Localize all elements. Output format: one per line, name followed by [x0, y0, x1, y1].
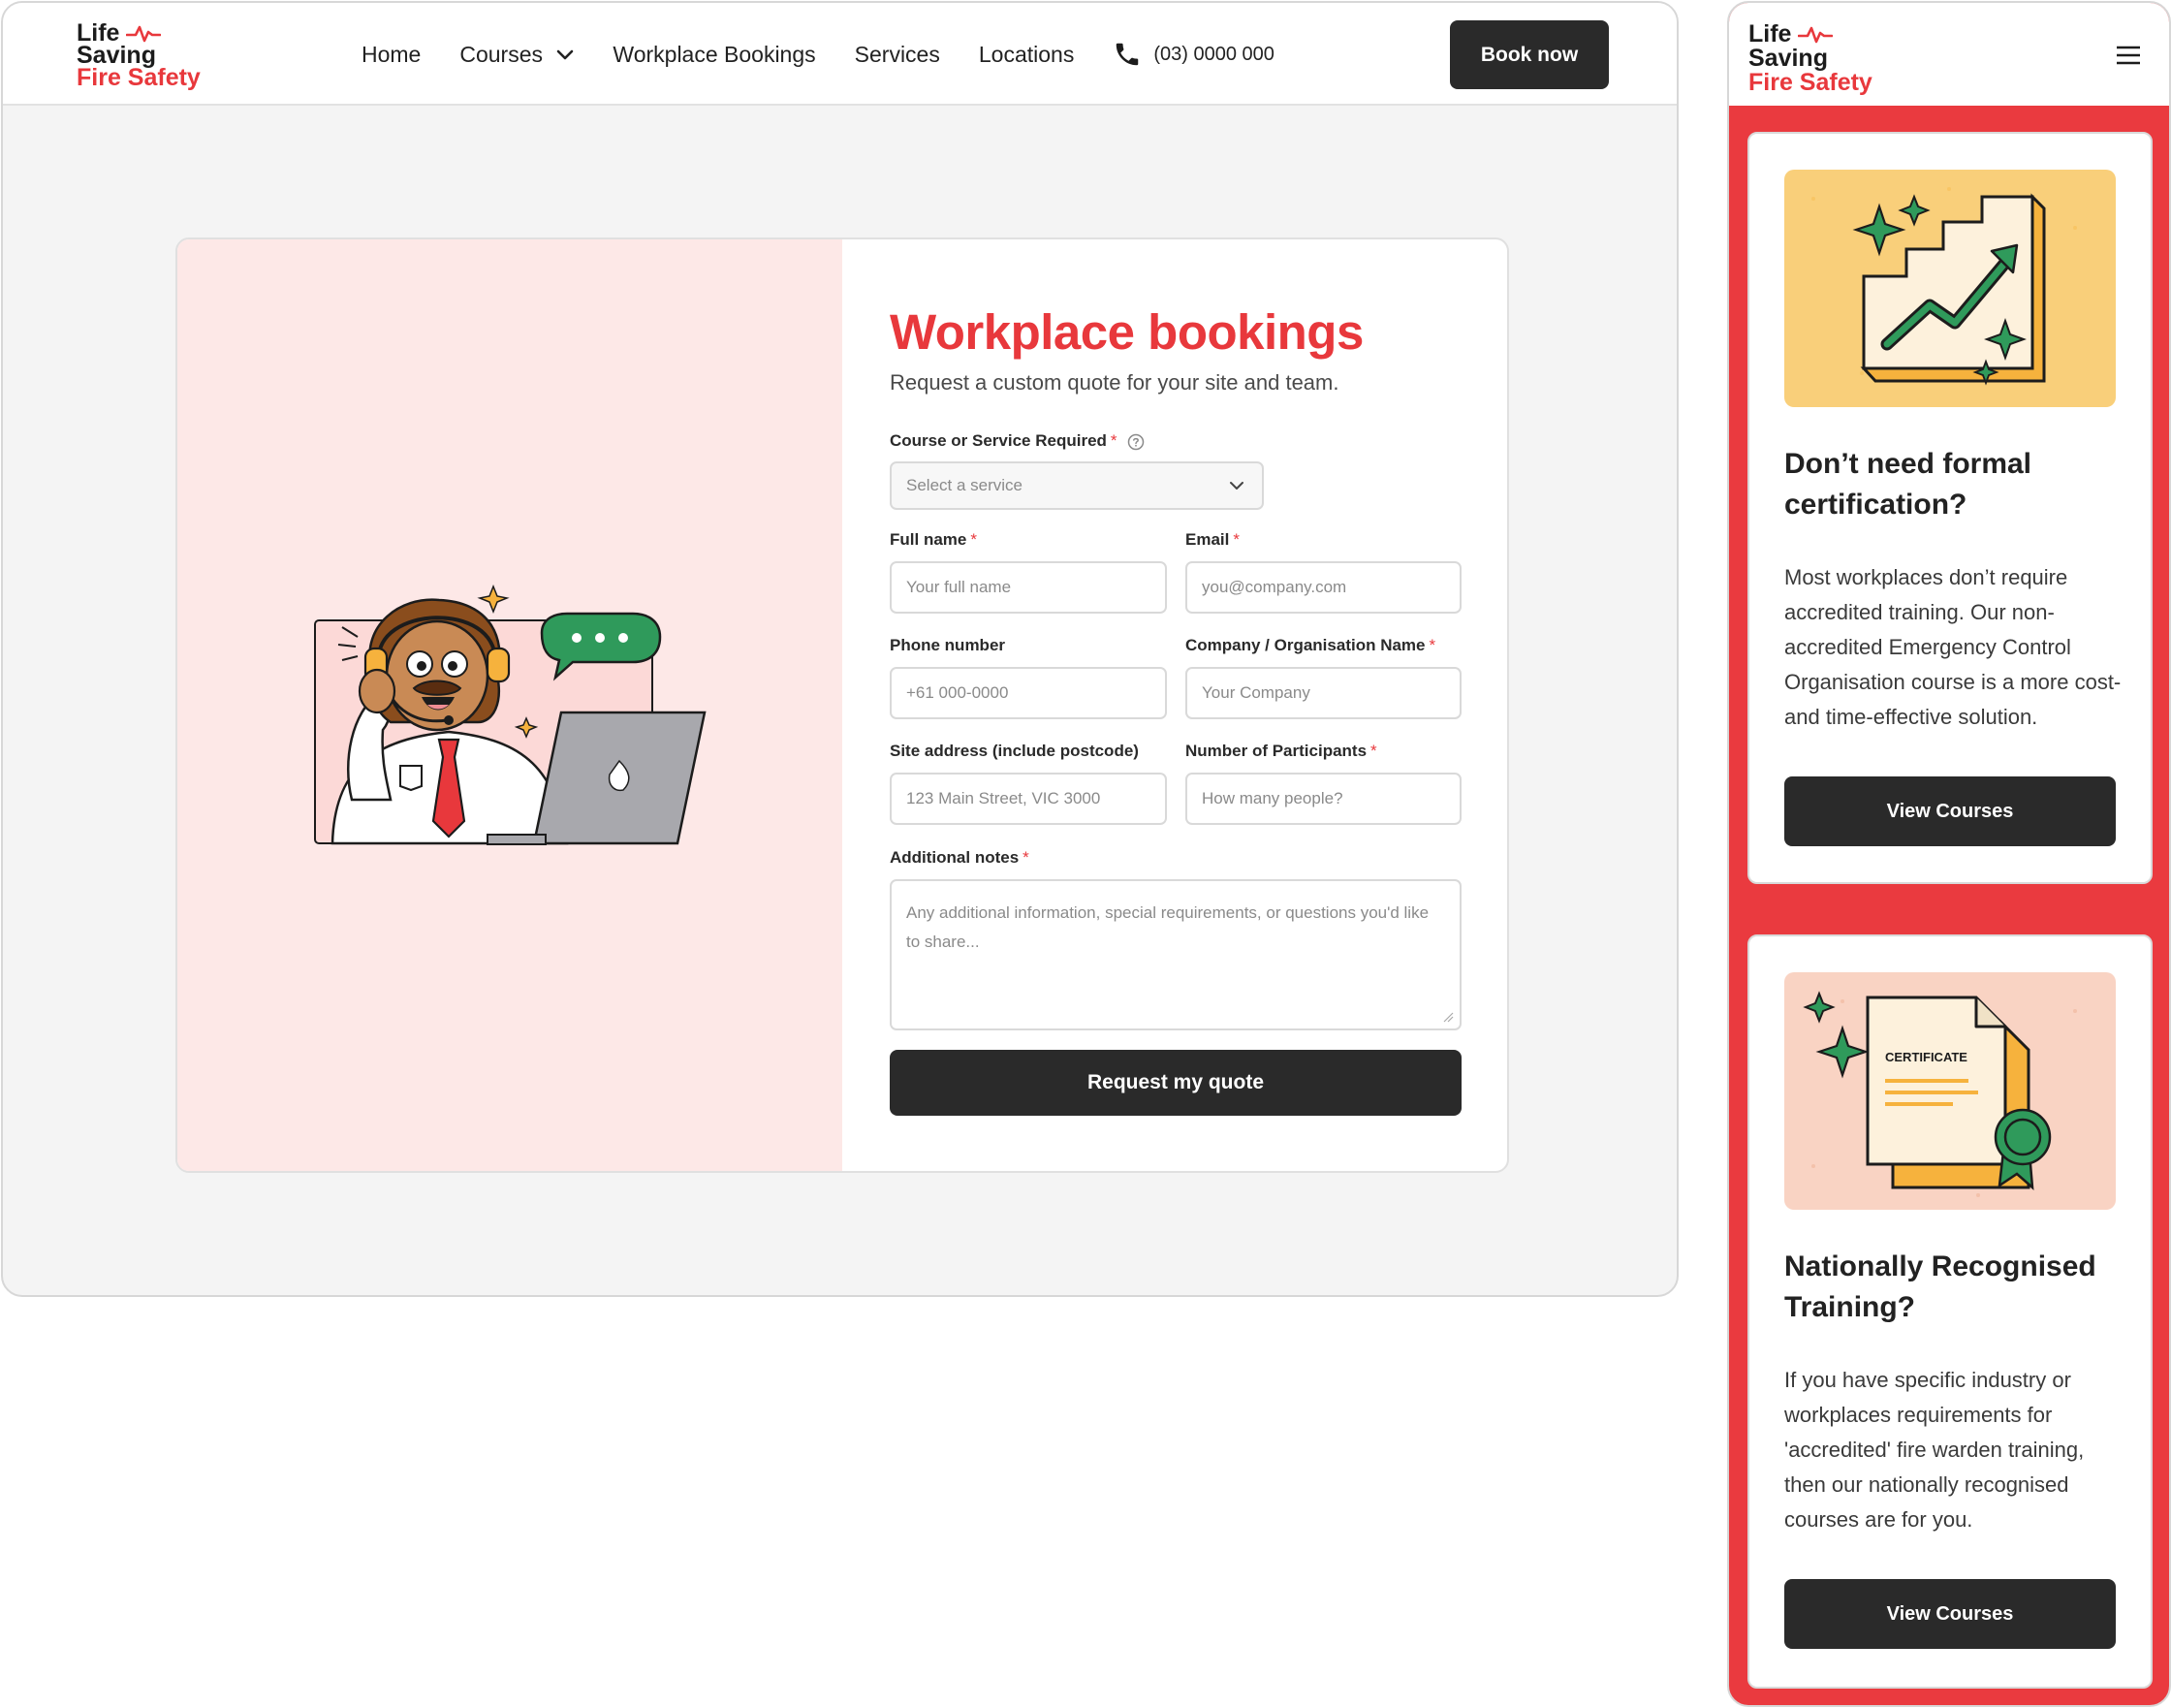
card-title: Don’t need formal certification? — [1784, 448, 2032, 521]
nav-locations[interactable]: Locations — [979, 42, 1074, 68]
site-header: Life Saving Fire Safety Home Courses Wor… — [3, 3, 1677, 106]
required-mark: * — [1370, 742, 1377, 760]
nav-home[interactable]: Home — [362, 42, 421, 68]
help-icon[interactable] — [1127, 433, 1145, 451]
info-card-non-accredited: Don’t need formal certification? Most wo… — [1747, 132, 2153, 884]
notes-label: Additional notes * — [890, 848, 1029, 868]
site-logo[interactable]: Life Saving Fire Safety — [77, 21, 201, 91]
address-label: Site address (include postcode) — [890, 742, 1139, 760]
required-mark: * — [970, 530, 977, 549]
company-label-text: Company / Organisation Name — [1185, 636, 1426, 654]
service-select-value: Select a service — [906, 476, 1023, 494]
booking-card: Workplace bookings Request a custom quot… — [175, 237, 1509, 1173]
participants-label: Number of Participants * — [1185, 742, 1377, 761]
fullname-input[interactable]: Your full name — [890, 561, 1167, 614]
notes-label-text: Additional notes — [890, 848, 1020, 867]
certificate-label: CERTIFICATE — [1885, 1050, 1967, 1064]
certificate-illustration: CERTIFICATE — [1784, 972, 2116, 1210]
chevron-down-icon — [1230, 482, 1243, 490]
growth-stairs-illustration — [1784, 170, 2116, 407]
pulse-icon — [1798, 27, 1834, 44]
card-title: Nationally Recognised Training? — [1784, 1250, 2096, 1323]
required-mark: * — [1110, 431, 1117, 450]
view-courses-button[interactable]: View Courses — [1784, 776, 2116, 846]
required-mark: * — [1023, 848, 1029, 867]
phone-icon — [1117, 43, 1139, 66]
nav-courses[interactable]: Courses — [459, 42, 574, 68]
site-logo[interactable]: Life Saving Fire Safety — [1748, 22, 1872, 95]
participants-label-text: Number of Participants — [1185, 742, 1368, 760]
book-now-button[interactable]: Book now — [1450, 20, 1609, 89]
main-nav: Home Courses Workplace Bookings Services… — [362, 40, 1274, 69]
service-label: Course or Service Required * — [890, 431, 1145, 451]
view-courses-button[interactable]: View Courses — [1784, 1579, 2116, 1649]
card-text: Most workplaces don’t require accredited… — [1784, 565, 2122, 729]
card-text: If you have specific industry or workpla… — [1784, 1368, 2085, 1532]
logo-line-3: Fire Safety — [77, 64, 201, 91]
nav-courses-label: Courses — [459, 41, 544, 67]
info-card-accredited: CERTIFICATE Nationally Recognised Traini… — [1747, 934, 2153, 1689]
mobile-preview: Life Saving Fire Safety Don’t need forma… — [1727, 1, 2171, 1707]
phone-number: (03) 0000 000 — [1153, 43, 1274, 65]
notes-placeholder: Any additional information, special requ… — [906, 903, 1430, 951]
nav-workplace-bookings[interactable]: Workplace Bookings — [613, 42, 815, 68]
form-subtitle: Request a custom quote for your site and… — [890, 370, 1339, 395]
nav-services[interactable]: Services — [855, 42, 940, 68]
required-mark: * — [1233, 530, 1240, 549]
desktop-preview: Life Saving Fire Safety Home Courses Wor… — [1, 1, 1679, 1297]
service-select[interactable]: Select a service — [890, 461, 1264, 510]
request-quote-button[interactable]: Request my quote — [890, 1050, 1462, 1116]
resize-grip-icon[interactable] — [1442, 1011, 1454, 1023]
fullname-label: Full name * — [890, 530, 977, 550]
company-input[interactable]: Your Company — [1185, 667, 1462, 719]
required-mark: * — [1429, 636, 1436, 654]
mobile-header: Life Saving Fire Safety — [1729, 3, 2169, 106]
email-label-text: Email — [1185, 530, 1230, 549]
menu-icon[interactable] — [2116, 46, 2141, 65]
email-label: Email * — [1185, 530, 1240, 550]
phone-label: Phone number — [890, 636, 1006, 654]
illustration-panel — [177, 239, 842, 1171]
company-label: Company / Organisation Name * — [1185, 636, 1435, 655]
email-input[interactable]: you@company.com — [1185, 561, 1462, 614]
phone-input[interactable]: +61 000-0000 — [890, 667, 1167, 719]
logo-line-2: Saving — [1748, 45, 1828, 72]
logo-line-1: Life — [1748, 20, 1792, 47]
participants-input[interactable]: How many people? — [1185, 773, 1462, 825]
service-label-text: Course or Service Required — [890, 431, 1107, 450]
logo-line-2: Saving — [77, 42, 156, 69]
form-title: Workplace bookings — [890, 304, 1364, 360]
notes-textarea[interactable]: Any additional information, special requ… — [890, 879, 1462, 1030]
logo-line-3: Fire Safety — [1748, 69, 1872, 96]
fullname-label-text: Full name — [890, 530, 967, 549]
support-agent-illustration — [314, 584, 707, 845]
chevron-down-icon — [557, 50, 574, 60]
phone-link[interactable]: (03) 0000 000 — [1113, 40, 1274, 69]
address-input[interactable]: 123 Main Street, VIC 3000 — [890, 773, 1167, 825]
